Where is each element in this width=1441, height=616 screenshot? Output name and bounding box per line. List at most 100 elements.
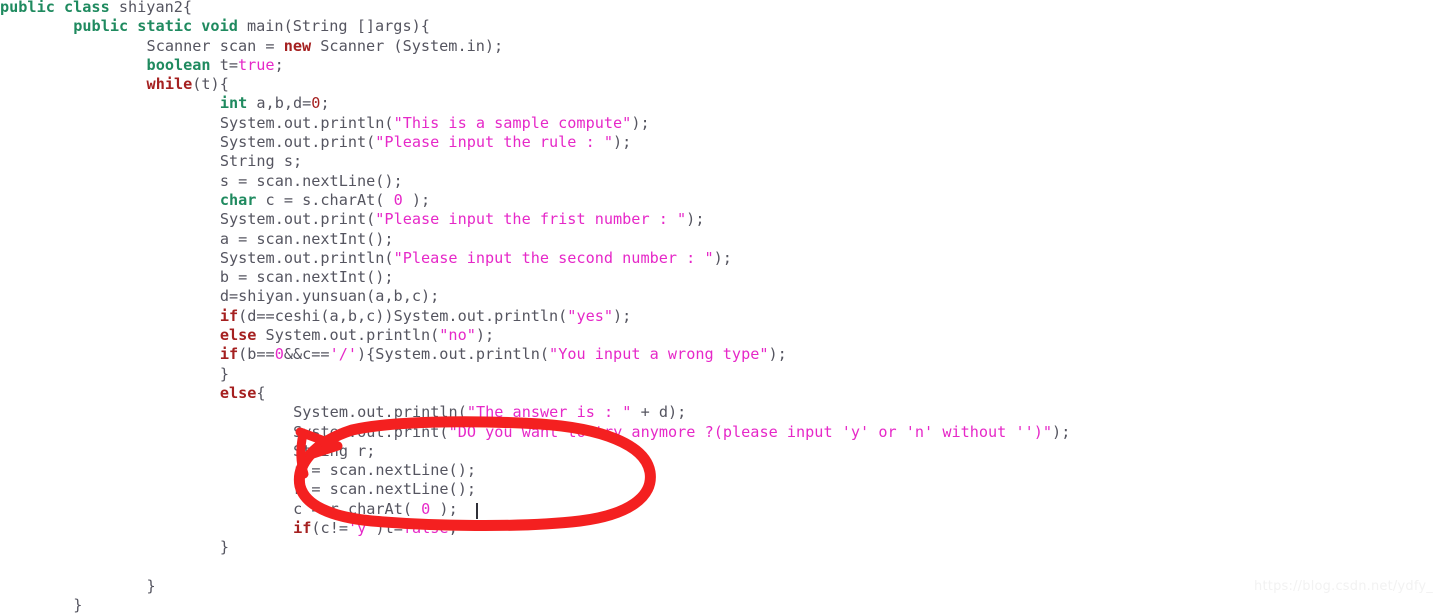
code-line[interactable]: d=shiyan.yunsuan(a,b,c); (0, 287, 1070, 306)
code-line[interactable]: a = scan.nextInt(); (0, 230, 1070, 249)
code-line[interactable]: s = scan.nextLine(); (0, 172, 1070, 191)
code-line[interactable]: c = r.charAt( 0 ); (0, 500, 1070, 519)
code-token-plain: (d==ceshi(a,b,c))System.out.println( (238, 306, 568, 325)
code-token-plain: } (219, 538, 229, 557)
code-token-kw: char (219, 190, 257, 209)
code-token-str: '/' (329, 345, 358, 364)
code-token-kw2: while (146, 75, 193, 94)
code-token-plain: ); (713, 248, 732, 267)
code-line[interactable]: if(d==ceshi(a,b,c))System.out.println("y… (0, 307, 1070, 326)
code-token-plain: d=shiyan.yunsuan(a,b,c); (219, 287, 440, 306)
code-line[interactable]: b = scan.nextInt(); (0, 268, 1070, 287)
code-line[interactable]: } (0, 538, 1070, 557)
code-line[interactable]: } (0, 577, 1070, 596)
code-token-kw2: else (219, 326, 257, 345)
code-line[interactable]: else System.out.println("no"); (0, 326, 1070, 345)
code-line[interactable] (0, 558, 1070, 577)
code-line[interactable]: System.out.println("The answer is : " + … (0, 403, 1070, 422)
code-editor[interactable]: public class shiyan2{public static void … (0, 0, 1441, 614)
code-token-plain: System.out.print( (219, 210, 376, 229)
text-caret (476, 503, 478, 519)
code-token-plain: { (256, 383, 266, 402)
code-token-plain: Scanner (System.in); (311, 36, 504, 55)
code-line[interactable]: public class shiyan2{ (0, 0, 1070, 17)
code-line[interactable]: System.out.println("Please input the sec… (0, 249, 1070, 268)
code-token-str: "yes" (567, 306, 614, 325)
code-token-kw2: if (219, 306, 239, 325)
code-token-plain: ); (686, 210, 705, 229)
code-token-plain: String s; (219, 152, 303, 171)
code-token-plain: Scanner scan = (146, 36, 284, 55)
code-token-plain: t= (210, 55, 238, 74)
code-line[interactable]: } (0, 596, 1070, 615)
code-line[interactable]: r = scan.nextLine(); (0, 480, 1070, 499)
code-token-kw: boolean (146, 55, 211, 74)
code-token-plain: c = r.charAt( (293, 499, 422, 518)
code-content[interactable]: public class shiyan2{public static void … (0, 0, 1070, 616)
code-token-plain: System.out.println( (219, 113, 394, 132)
code-token-plain: a,b,d= (247, 94, 312, 113)
code-line[interactable]: public static void main(String []args){ (0, 17, 1070, 36)
code-token-str: "You input a wrong type" (549, 345, 769, 364)
csdn-watermark: https://blog.csdn.net/ydfy_ (1254, 579, 1433, 594)
code-token-kw2: new (283, 36, 312, 55)
code-token-plain: ); (402, 190, 431, 209)
code-token-plain: ; (448, 519, 458, 538)
code-token-str: "Please input the second number : " (393, 248, 714, 267)
code-token-plain: String r; (293, 441, 376, 460)
code-token-str: "This is a sample compute" (393, 113, 632, 132)
code-token-plain: (b== (238, 345, 275, 364)
code-token-plain: ); (613, 133, 632, 152)
code-token-plain: ; (274, 55, 284, 74)
code-token-str: "DO you want to try anymore ?(please inp… (448, 422, 1053, 441)
code-line[interactable]: boolean t=true; (0, 56, 1070, 75)
code-token-plain: &&c== (283, 345, 330, 364)
code-token-numpink: 0 (274, 345, 284, 364)
code-token-plain: System.out.println( (256, 326, 440, 345)
code-line[interactable]: System.out.println("This is a sample com… (0, 114, 1070, 133)
code-line[interactable]: char c = s.charAt( 0 ); (0, 191, 1070, 210)
code-token-plain: System.out.println( (293, 403, 467, 422)
code-token-plain: ); (475, 326, 495, 345)
code-line[interactable]: if(c!='y')t=false; (0, 519, 1070, 538)
code-line[interactable]: while(t){ (0, 75, 1070, 94)
code-token-plain: ; (320, 94, 330, 113)
code-token-plain: a = scan.nextInt(); (219, 229, 394, 248)
code-token-plain: System.out.print( (293, 422, 449, 441)
code-token-plain: main(String []args){ (247, 17, 430, 36)
code-token-plain: r = scan.nextLine(); (293, 480, 476, 499)
code-token-numpink: 0 (393, 190, 403, 209)
code-token-kw2: if (293, 519, 312, 538)
code-line[interactable]: if(b==0&&c=='/'){System.out.println("You… (0, 345, 1070, 364)
code-line[interactable]: System.out.print("Please input the frist… (0, 210, 1070, 229)
code-line[interactable]: } (0, 365, 1070, 384)
code-token-str: "Please input the frist number : " (375, 210, 687, 229)
code-token-plain: s = scan.nextLine(); (219, 171, 403, 190)
code-token-plain: System.out.print( (219, 133, 376, 152)
code-token-plain: (t){ (192, 75, 229, 94)
code-token-plain: b = scan.nextInt(); (219, 268, 394, 287)
code-token-plain: } (146, 576, 156, 595)
code-line[interactable]: System.out.print("DO you want to try any… (0, 423, 1070, 442)
code-line[interactable]: String r; (0, 442, 1070, 461)
code-token-lit: true (238, 55, 275, 74)
code-token-plain: ){System.out.println( (357, 345, 550, 364)
code-token-str: "Please input the rule : " (375, 133, 614, 152)
code-token-str: "The answer is : " (466, 403, 632, 422)
code-line[interactable]: System.out.print("Please input the rule … (0, 133, 1070, 152)
code-token-str: 'y' (347, 519, 376, 538)
code-line[interactable]: Scanner scan = new Scanner (System.in); (0, 37, 1070, 56)
code-token-plain: (c!= (311, 519, 348, 538)
code-line[interactable]: int a,b,d=0; (0, 94, 1070, 113)
code-token-kw2: else (219, 383, 257, 402)
code-token-plain: c = s.charAt( (256, 190, 394, 209)
code-line[interactable]: else{ (0, 384, 1070, 403)
code-token-plain: r = scan.nextLine(); (293, 461, 476, 480)
code-token-plain: + d); (631, 403, 687, 422)
code-token-str: "no" (439, 326, 476, 345)
code-token-kw2: if (219, 345, 239, 364)
code-line[interactable]: r = scan.nextLine(); (0, 461, 1070, 480)
code-token-numpink: 0 (421, 499, 431, 518)
code-line[interactable]: String s; (0, 152, 1070, 171)
code-token-kw: int (219, 94, 248, 113)
